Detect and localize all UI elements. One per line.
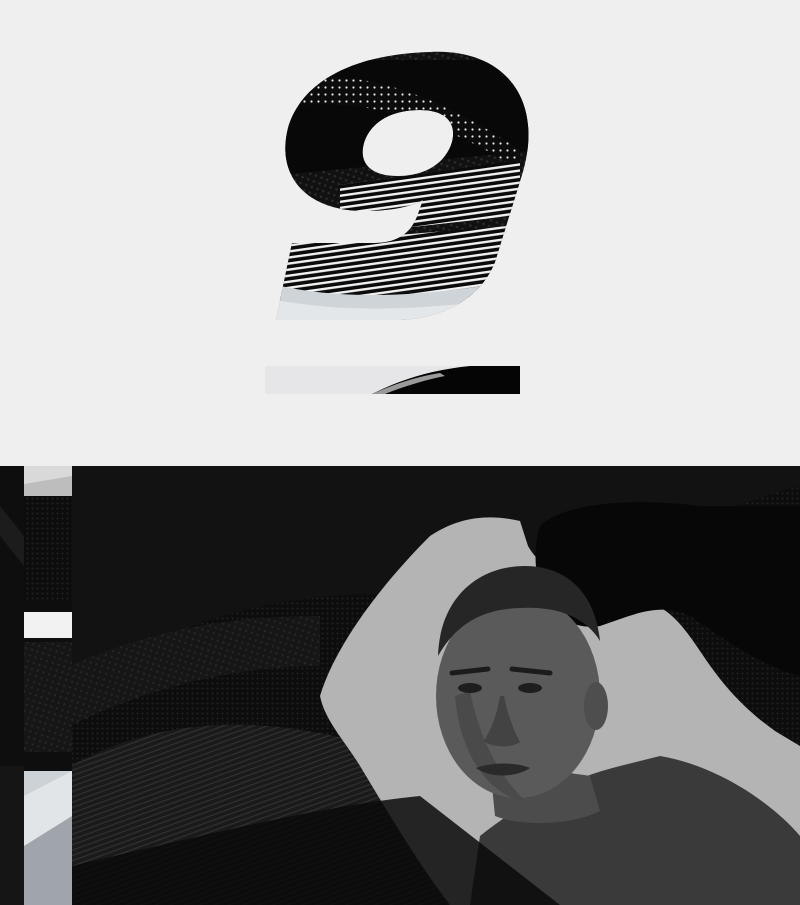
numeral-texture xyxy=(276,51,529,321)
hero-numeral-section: 9 xyxy=(0,0,800,466)
numeral-nine-icon xyxy=(265,51,529,394)
person-portrait-icon xyxy=(0,466,800,905)
vertical-letter-strip-icon xyxy=(0,466,72,905)
portrait-section xyxy=(0,466,800,905)
underline-bar-icon xyxy=(265,366,520,394)
page: 9 xyxy=(0,0,800,905)
